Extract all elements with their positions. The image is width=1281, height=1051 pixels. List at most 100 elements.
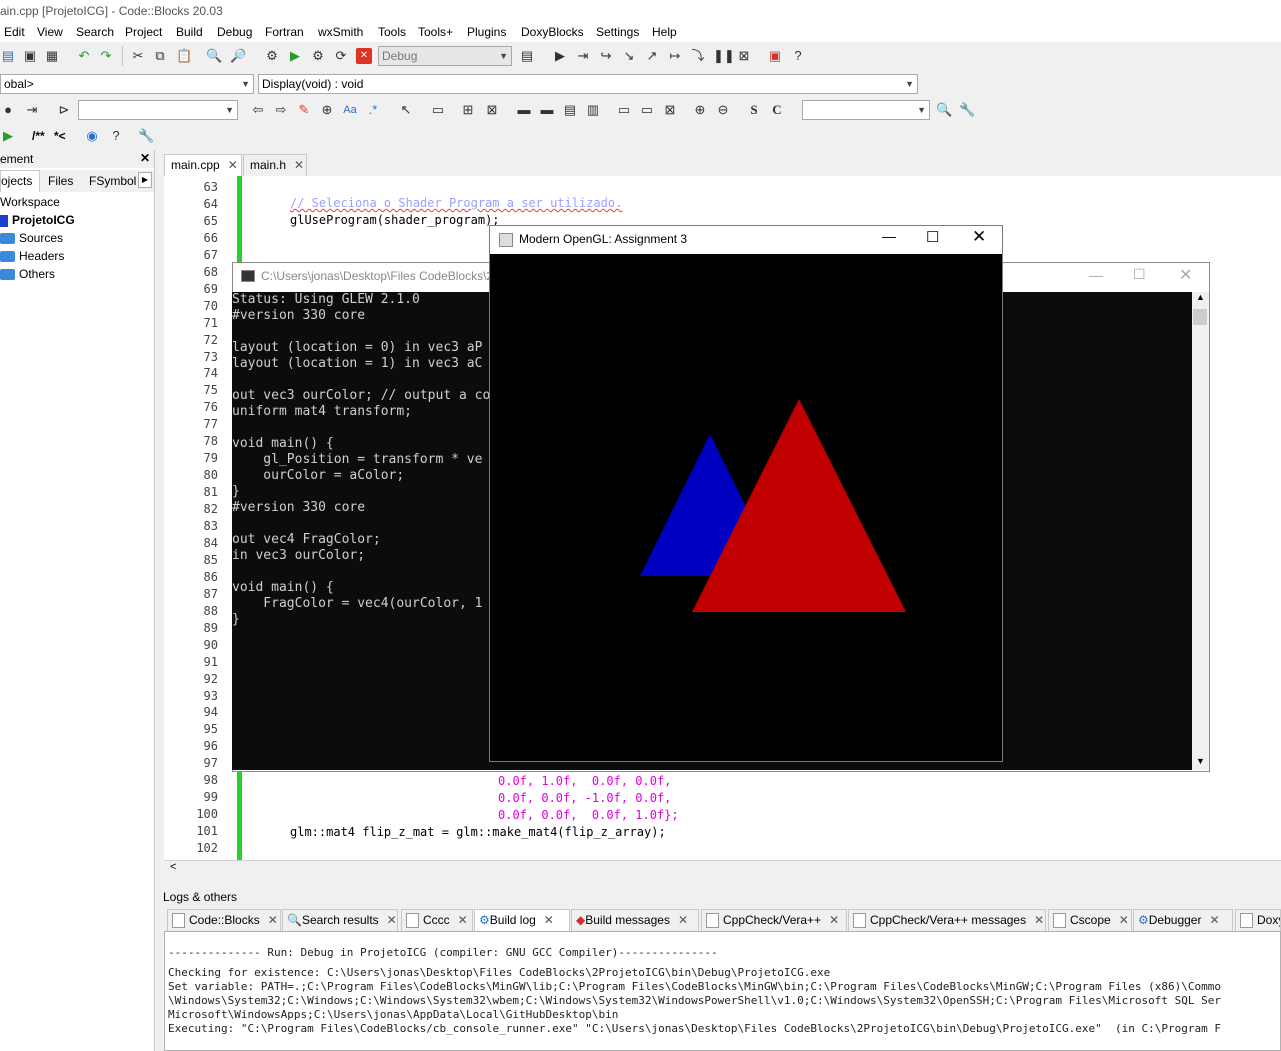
tab-search-results[interactable]: 🔍Search results ✕ [282,909,398,931]
regex-icon[interactable]: .* [365,102,381,118]
menu-edit[interactable]: Edit [4,25,25,39]
scope-select[interactable]: obal> ▼ [0,74,254,94]
close-icon[interactable]: ✕ [1179,265,1192,285]
close-icon[interactable]: ✕ [1034,913,1044,927]
minimize-icon[interactable]: — [882,228,896,244]
close-icon[interactable]: ✕ [228,158,238,172]
console-scrollbar[interactable]: ▲ ▼ [1192,292,1209,770]
doxy-config-icon[interactable]: ◉ [84,128,100,144]
s-icon[interactable]: S [746,102,762,118]
cut-icon[interactable]: ✂ [130,48,146,64]
shape-c-icon[interactable]: ⊠ [662,102,678,118]
folder-headers[interactable]: Headers [0,249,64,263]
menu-tools-plus[interactable]: Tools+ [418,25,453,39]
horizontal-scrollbar[interactable]: < [164,860,1281,877]
menu-debug[interactable]: Debug [217,25,252,39]
jump-icon[interactable]: ⇥ [24,102,40,118]
grid-a-icon[interactable]: ⊞ [460,102,476,118]
menu-plugins[interactable]: Plugins [467,25,506,39]
doxy-run-icon[interactable]: ▶ [0,128,16,144]
menu-build[interactable]: Build [176,25,203,39]
build-run-icon[interactable]: ⚙ [310,48,326,64]
scroll-up-icon[interactable]: ▲ [1196,292,1205,302]
maximize-icon[interactable]: ☐ [926,228,939,246]
doxy-help-icon[interactable]: ? [108,128,124,144]
build-gear-icon[interactable]: ⚙ [264,48,280,64]
tab-main-cpp[interactable]: main.cpp ✕ [164,154,242,176]
copy-icon[interactable]: ⧉ [152,48,168,64]
layout-d-icon[interactable]: ▥ [585,102,601,118]
close-icon[interactable]: ✕ [972,227,986,247]
maximize-icon[interactable]: ☐ [1133,266,1146,283]
menu-tools[interactable]: Tools [378,25,406,39]
opengl-canvas[interactable] [490,254,1002,761]
scroll-down-icon[interactable]: ▼ [1196,756,1205,766]
close-icon[interactable]: ✕ [387,913,397,927]
stop-debug-icon[interactable]: ⊠ [736,48,752,64]
symbol-find-icon[interactable]: 🔍 [936,102,952,118]
menu-fortran[interactable]: Fortran [265,25,304,39]
tab-build-messages[interactable]: ◆Build messages ✕ [571,909,699,931]
rebuild-icon[interactable]: ⟳ [333,48,349,64]
tab-build-log[interactable]: ⚙Build log ✕ [474,909,570,931]
menu-wxsmith[interactable]: wxSmith [318,25,363,39]
build-target-select[interactable]: Debug ▼ [378,46,512,66]
save-icon[interactable]: ▣ [22,48,38,64]
debug-windows-icon[interactable]: ▣ [767,48,783,64]
close-icon[interactable]: ✕ [1119,913,1129,927]
close-icon[interactable]: ✕ [829,913,839,927]
open-icon[interactable]: ▤ [0,48,16,64]
undo-icon[interactable]: ↶ [76,48,92,64]
replace-icon[interactable]: 🔎 [230,48,246,64]
find-icon[interactable]: 🔍 [206,48,222,64]
tab-cppcheck[interactable]: CppCheck/Vera++ ✕ [701,909,847,931]
debug-continue-icon[interactable]: ▶ [552,48,568,64]
back-icon[interactable]: ⇦ [250,102,266,118]
close-icon[interactable]: ✕ [678,913,688,927]
menu-view[interactable]: View [37,25,63,39]
minimize-icon[interactable]: — [1089,267,1103,283]
workspace-node[interactable]: Workspace [0,195,60,209]
close-icon[interactable]: ✕ [1209,913,1219,927]
search-combo[interactable]: ▼ [78,100,238,120]
match-case-icon[interactable]: Aa [342,102,358,118]
folder-others[interactable]: Others [0,267,55,281]
zoom-out-icon[interactable]: ⊖ [715,102,731,118]
layout-a-icon[interactable]: ▬ [516,102,532,118]
close-icon[interactable]: ✕ [140,151,150,165]
tag-icon[interactable]: ⊳ [56,102,72,118]
tab-debugger[interactable]: ⚙Debugger ✕ [1133,909,1233,931]
cursor-icon[interactable]: ↖ [398,102,414,118]
tab-cppcheck-messages[interactable]: CppCheck/Vera++ messages ✕ [848,909,1046,931]
debug-info-icon[interactable]: ? [790,48,806,64]
comment-block-button[interactable]: /** [32,129,45,143]
menu-doxyblocks[interactable]: DoxyBlocks [521,25,584,39]
replace-tool-icon[interactable]: ⊕ [319,102,335,118]
close-icon[interactable]: ✕ [458,913,468,927]
next-instruction-icon[interactable]: ↦ [667,48,683,64]
forward-icon[interactable]: ⇨ [273,102,289,118]
zoom-in-icon[interactable]: ⊕ [692,102,708,118]
highlight-icon[interactable]: ✎ [296,102,312,118]
menu-project[interactable]: Project [125,25,162,39]
menu-settings[interactable]: Settings [596,25,639,39]
menu-help[interactable]: Help [652,25,677,39]
wrench-icon[interactable]: 🔧 [138,128,154,144]
tab-main-h[interactable]: main.h ✕ [243,154,307,176]
symbol-settings-icon[interactable]: 🔧 [959,102,975,118]
tab-codeblocks-log[interactable]: Code::Blocks ✕ [167,909,281,931]
tab-cccc[interactable]: Cccc ✕ [401,909,473,931]
pause-icon[interactable]: ❚❚ [713,48,735,64]
folder-sources[interactable]: Sources [0,231,63,245]
tab-fsymbols[interactable]: FSymbol [89,174,136,188]
tab-cscope[interactable]: Cscope ✕ [1048,909,1132,931]
redo-icon[interactable]: ↷ [98,48,114,64]
function-select[interactable]: Display(void) : void ▼ [258,74,918,94]
menu-search[interactable]: Search [76,25,114,39]
close-icon[interactable]: ✕ [268,913,278,927]
close-icon[interactable]: ✕ [294,158,304,172]
step-out-icon[interactable]: ↗ [644,48,660,64]
step-into-icon[interactable]: ↘ [621,48,637,64]
step-instruction-icon[interactable]: ⤵ [690,48,706,64]
project-node[interactable]: ProjetoICG [0,213,75,227]
